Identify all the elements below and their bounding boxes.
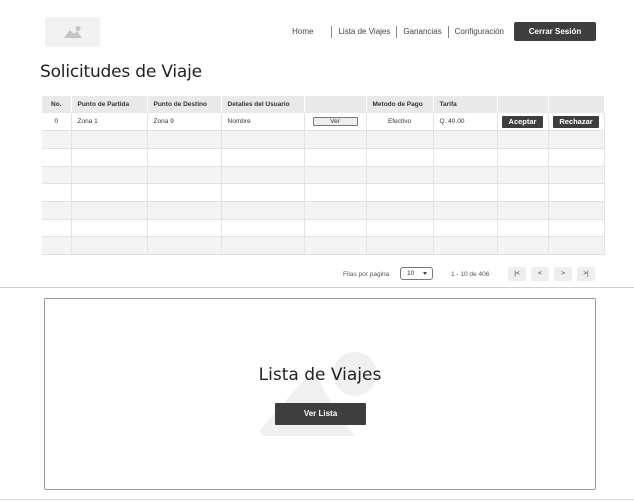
page-title: Solicitudes de Viaje: [40, 62, 202, 82]
cell-fare: Q. 40.00: [433, 113, 498, 132]
col-user-details: Detalles del Usuario: [221, 96, 305, 113]
view-list-button[interactable]: Ver Lista: [275, 403, 366, 425]
view-details-button[interactable]: Ver: [312, 117, 358, 127]
prev-page-button[interactable]: <: [531, 267, 549, 281]
table-row-empty: [42, 236, 605, 255]
cell-payment: Efectivo: [366, 113, 434, 132]
accept-button[interactable]: Aceptar: [502, 115, 543, 128]
cell-no: 0: [42, 113, 72, 132]
table-header-row: No. Punto de Partida Punto de Destino De…: [42, 96, 605, 113]
requests-table: No. Punto de Partida Punto de Destino De…: [42, 96, 605, 255]
rows-per-page-select[interactable]: 10: [400, 267, 433, 280]
cell-origin: Zona 1: [71, 113, 148, 132]
table-row-empty: [42, 219, 605, 238]
col-fare: Tarifa: [433, 96, 498, 113]
table-row-empty: [42, 166, 605, 185]
col-origin: Punto de Partida: [71, 96, 148, 113]
nav-configuracion[interactable]: Configuración: [447, 25, 510, 38]
trips-list-title: Lista de Viajes: [258, 365, 382, 385]
cell-destination: Zona 9: [147, 113, 222, 132]
cell-reject: Rechazar: [548, 113, 605, 132]
table-row-empty: [42, 148, 605, 167]
col-no: No.: [42, 96, 72, 113]
col-accept: [497, 96, 549, 113]
col-destination: Punto de Destino: [147, 96, 222, 113]
cell-accept: Aceptar: [497, 113, 549, 132]
next-page-button[interactable]: >: [554, 267, 572, 281]
table-row: 0 Zona 1 Zona 9 Nombre Ver Efectivo Q. 4…: [42, 113, 605, 132]
top-nav: Home Lista de Viajes Ganancias Configura…: [286, 22, 596, 41]
chevron-down-icon: [423, 272, 427, 275]
table-row-empty: [42, 183, 605, 202]
nav-ganancias[interactable]: Ganancias: [396, 25, 447, 38]
rows-per-page-label: Filas por pagina: [343, 271, 390, 278]
pagination: Filas por pagina 10 1 - 10 de 406 |< < >…: [0, 266, 634, 282]
trips-list-card: Lista de Viajes Ver Lista: [44, 298, 596, 490]
last-page-button[interactable]: >|: [577, 267, 595, 281]
first-page-button[interactable]: |<: [508, 267, 526, 281]
logo[interactable]: [45, 17, 100, 47]
bottom-divider: [0, 499, 634, 500]
col-payment: Metodo de Pago: [366, 96, 434, 113]
cell-view: Ver: [304, 113, 367, 132]
col-reject: [548, 96, 605, 113]
table-row-empty: [42, 201, 605, 220]
section-divider: [0, 287, 634, 288]
page-range: 1 - 10 de 406: [451, 271, 490, 278]
table-row-empty: [42, 130, 605, 149]
nav-lista-de-viajes[interactable]: Lista de Viajes: [331, 25, 396, 38]
image-placeholder-icon: [63, 26, 82, 38]
reject-button[interactable]: Rechazar: [553, 115, 599, 128]
logout-button[interactable]: Cerrar Sesión: [514, 22, 596, 41]
rows-per-page-value: 10: [407, 270, 415, 277]
col-view: [304, 96, 367, 113]
nav-home[interactable]: Home: [286, 26, 319, 38]
cell-user-details: Nombre: [221, 113, 305, 132]
